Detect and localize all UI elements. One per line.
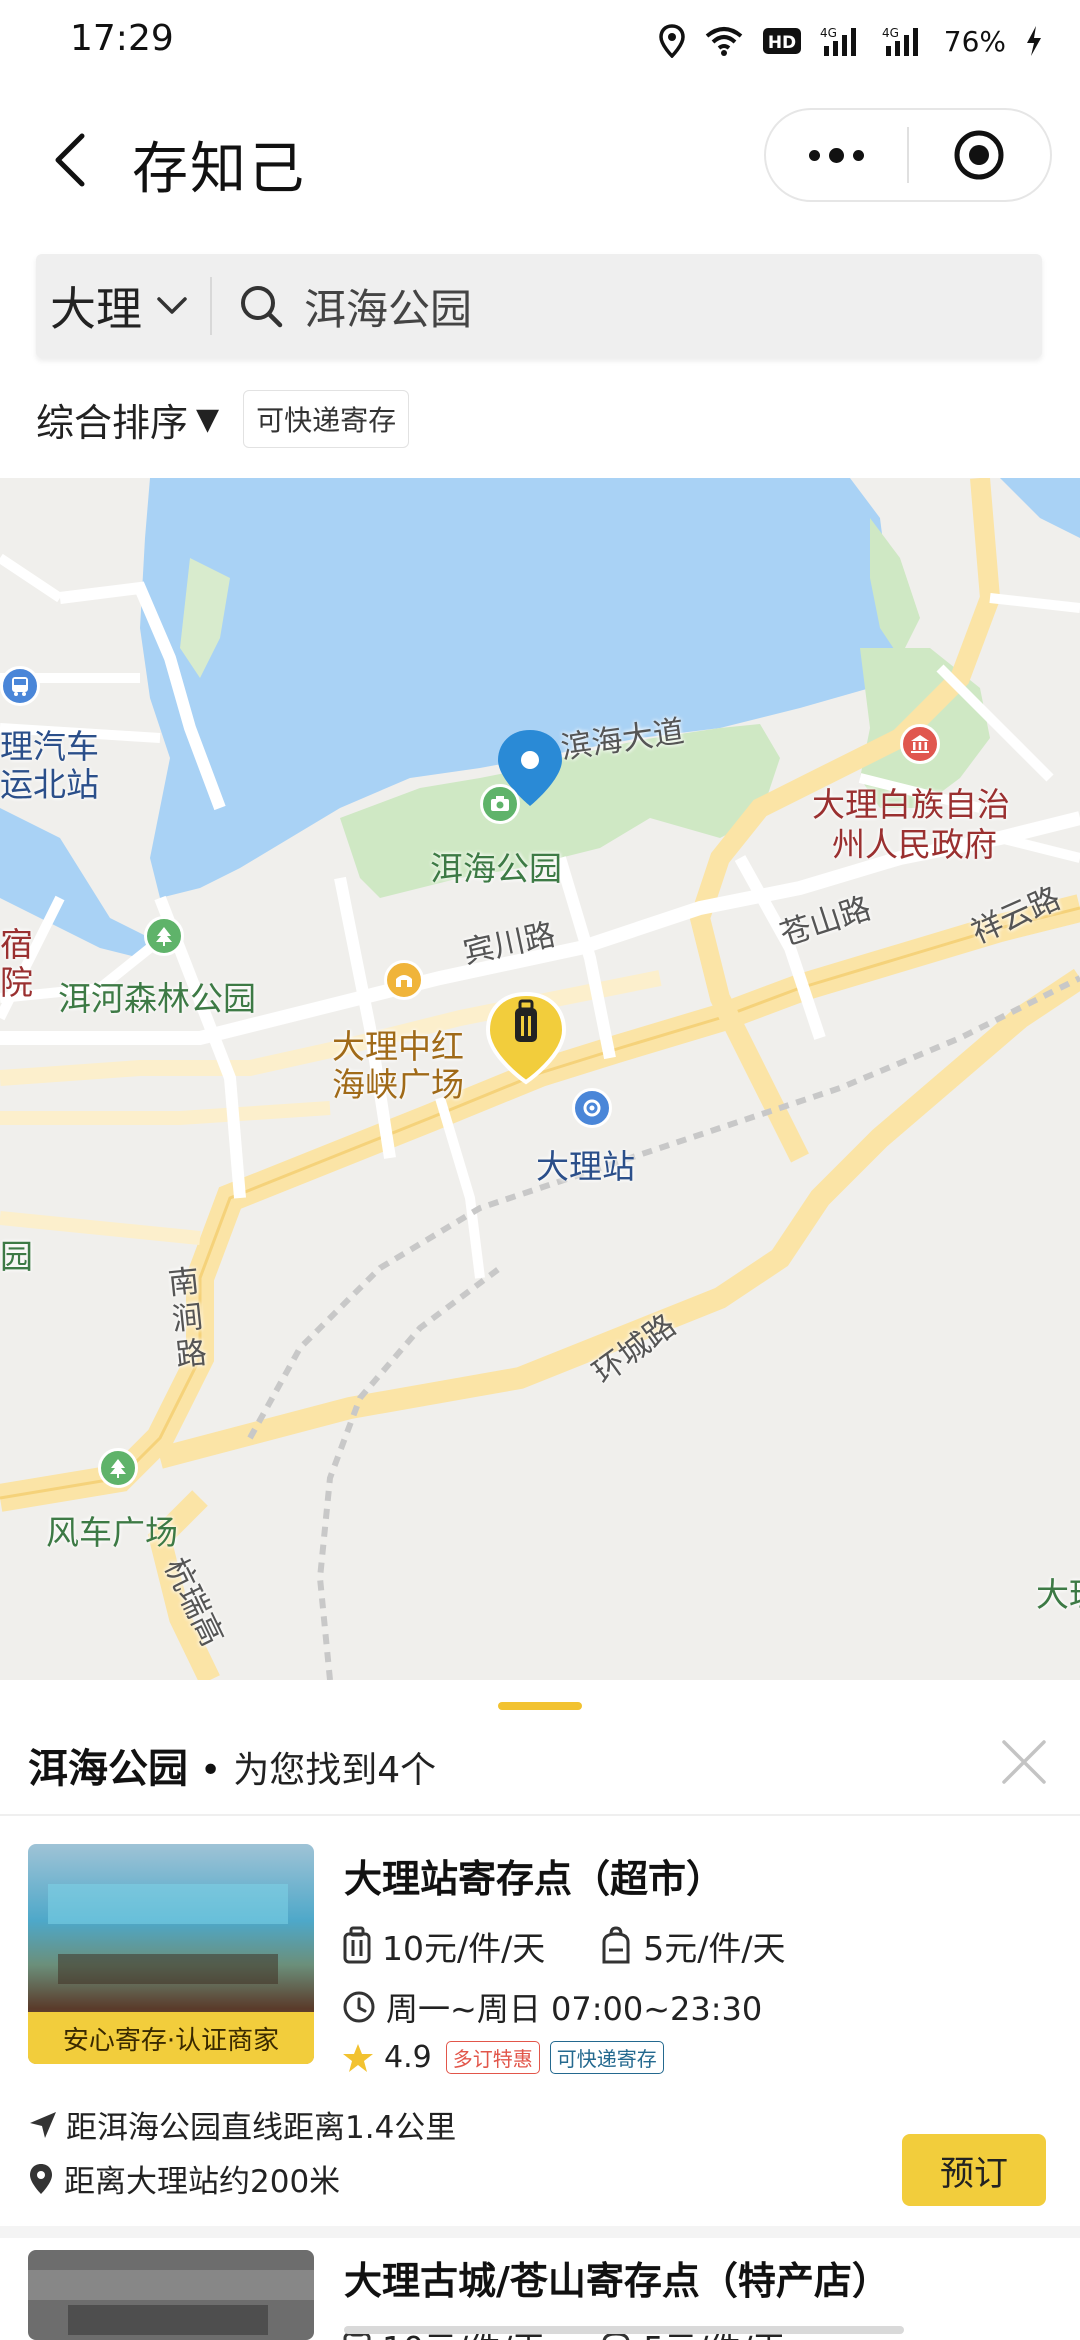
results-place: 洱海公园 <box>28 1746 188 1792</box>
star-icon <box>343 2043 373 2072</box>
more-dots-icon-right <box>853 149 864 161</box>
search-bar: 大理 洱海公园 <box>36 254 1042 358</box>
more-dots-icon <box>809 149 820 161</box>
status-bar: 17:29 HD 4G 4G 76% <box>0 0 1080 84</box>
tree-icon <box>98 1448 138 1488</box>
4g-signal-icon: 4G <box>882 26 918 56</box>
price-row: 10元/件/天 5元/件/天 <box>342 1922 785 1970</box>
map-label-gov-line2: 州人民政府 <box>832 825 997 864</box>
rating-value: 4.9 <box>384 2040 432 2075</box>
miniprogram-capsule <box>764 108 1052 202</box>
camera-icon <box>480 784 520 824</box>
book-button[interactable]: 预订 <box>902 2134 1046 2206</box>
bag-icon <box>602 1926 630 1964</box>
city-name: 大理 <box>50 282 142 336</box>
filter-bar: 综合排序 ▼ 可快递寄存 <box>36 386 410 452</box>
map-label-erhai-park: 洱海公园 <box>430 849 562 888</box>
sheet-divider <box>0 1814 1080 1816</box>
hd-text: HD <box>768 33 796 53</box>
discount-tag: 多订特惠 <box>445 2041 540 2074</box>
map-label-dali-station: 大理站 <box>536 1147 635 1186</box>
status-time: 17:29 <box>70 18 174 59</box>
hours-row: 周一~周日 07:00~23:30 <box>342 1984 762 2030</box>
map-label-windmill-square: 风车广场 <box>46 1513 178 1552</box>
back-button[interactable] <box>40 122 100 198</box>
express-tag: 可快递寄存 <box>549 2041 664 2074</box>
search-input[interactable]: 洱海公园 <box>304 276 472 337</box>
results-count: 为您找到4个 <box>233 1750 437 1791</box>
location-icon <box>659 24 685 58</box>
distance-to-station: 距离大理站约200米 <box>64 2164 341 2200</box>
city-selector[interactable]: 大理 <box>36 254 188 358</box>
express-storage-filter[interactable]: 可快递寄存 <box>243 390 410 448</box>
status-icons: HD 4G 4G 76% <box>658 16 1044 66</box>
plaza-icon <box>384 960 424 1000</box>
store-card[interactable]: 安心寄存·认证商家 大理站寄存点（超市） 10元/件/天 5元/件/天 周一~周… <box>0 1844 1080 2284</box>
luggage-price: 10元/件/天 <box>382 1929 546 1968</box>
net-text-1: 4G <box>820 26 837 40</box>
government-building-icon <box>900 724 940 764</box>
map-label-edge-left-2: 院 <box>0 963 33 1002</box>
search-divider <box>210 277 212 335</box>
map-label-edge-left-3: 园 <box>0 1237 33 1276</box>
navigation-arrow-icon <box>30 2111 56 2138</box>
sort-dropdown[interactable]: 综合排序 <box>36 392 188 447</box>
map-label-edge-right: 大理 <box>1036 1575 1080 1614</box>
close-x-icon[interactable] <box>996 1734 1052 1790</box>
location-pin-small-icon <box>30 2163 52 2194</box>
map-view[interactable]: 滨海大道 洱海公园 大理白族自治 州人民政府 宾川路 苍山路 祥云路 洱河森林公… <box>0 478 1080 1680</box>
more-dots-icon-center <box>829 147 844 163</box>
search-icon <box>241 286 283 328</box>
4g-signal-icon: 4G <box>820 26 856 56</box>
map-label-erhe-forest: 洱河森林公园 <box>58 979 256 1018</box>
distance-to-park: 距洱海公园直线距离1.4公里 <box>66 2110 457 2146</box>
results-sheet: 洱海公园 • 为您找到4个 安心寄存·认证商家 大理站寄存点（超市） 10元/件… <box>0 1680 1080 2340</box>
tree-icon <box>144 916 184 956</box>
store-photo: 安心寄存·认证商家 <box>28 1844 314 2064</box>
store-photo <box>28 2250 314 2340</box>
certified-badge: 安心寄存·认证商家 <box>28 2012 314 2064</box>
chevron-left-icon <box>55 133 85 187</box>
store-divider <box>0 2226 1080 2238</box>
distance-row-2: 距离大理站约200米 <box>28 2156 340 2201</box>
rating-row: 4.9 多订特惠 可快递寄存 <box>342 2040 664 2075</box>
map-base <box>0 478 1080 1680</box>
map-label-bus-station-line2: 运北站 <box>0 765 99 804</box>
target-circle-icon <box>954 130 1004 180</box>
clock-icon <box>343 1991 375 2023</box>
distance-row-1: 距洱海公园直线距离1.4公里 <box>28 2102 456 2147</box>
results-separator: • <box>200 1750 222 1791</box>
map-label-plaza-line2: 海峡广场 <box>332 1065 464 1104</box>
hd-icon: HD <box>762 28 801 54</box>
net-text-2: 4G <box>882 26 899 40</box>
sheet-drag-handle[interactable] <box>498 1702 582 1710</box>
wifi-icon <box>705 27 743 56</box>
store-name: 大理古城/苍山寄存点（特产店） <box>344 2259 890 2303</box>
close-miniprogram-button[interactable] <box>909 110 1050 200</box>
bag-price: 5元/件/天 <box>643 1929 786 1968</box>
more-button[interactable] <box>766 110 907 200</box>
sort-arrow-icon[interactable]: ▼ <box>196 402 219 437</box>
store-name: 大理站寄存点（超市） <box>344 1857 725 1901</box>
railway-station-icon <box>572 1088 612 1128</box>
page-title: 存知己 <box>132 137 306 202</box>
chevron-down-icon <box>157 297 187 314</box>
bus-station-icon <box>0 666 40 706</box>
scrollbar[interactable] <box>344 2326 904 2334</box>
store-photo-blur <box>28 2250 314 2340</box>
app-header: 存知己 <box>0 100 1080 220</box>
battery-percent: 76% <box>943 24 1006 58</box>
results-header: 洱海公园 • 为您找到4个 <box>28 1736 436 1794</box>
battery-charging-icon <box>1027 26 1041 56</box>
opening-hours: 周一~周日 07:00~23:30 <box>386 1990 763 2028</box>
luggage-icon <box>343 1926 371 1964</box>
